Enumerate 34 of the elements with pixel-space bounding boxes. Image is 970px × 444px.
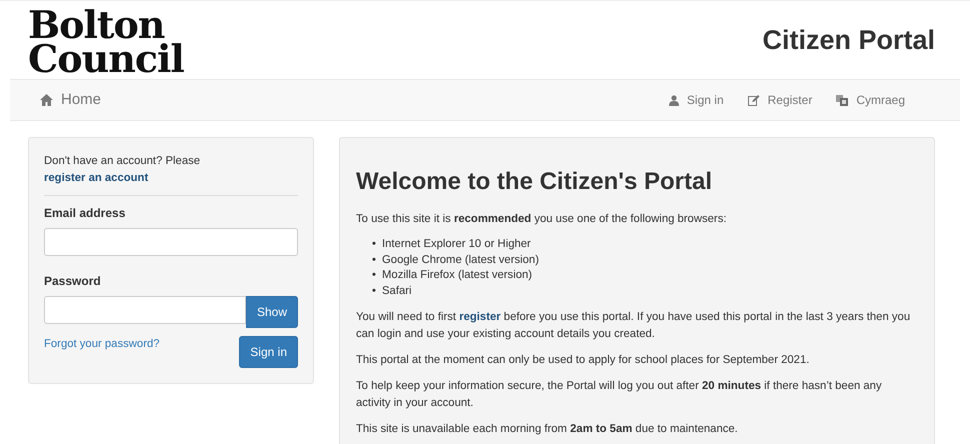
sign-in-button[interactable]: Sign in xyxy=(239,336,298,368)
register-link[interactable]: register an account xyxy=(44,172,148,184)
welcome-heading: Welcome to the Citizen's Portal xyxy=(356,168,713,197)
list-item: Google Chrome (latest version) xyxy=(382,252,539,268)
page-title: Citizen Portal xyxy=(762,24,935,57)
paragraph: You will need to first register before you use this portal. If you have used this portal in the last 3 years then you can login and use your existing account details you created. xyxy=(356,310,912,342)
edit-icon xyxy=(748,94,760,106)
logo: Bolton Council xyxy=(28,4,184,76)
nav-link[interactable]: Sign in xyxy=(668,91,724,109)
password-field[interactable] xyxy=(44,296,246,324)
list-item: Safari xyxy=(382,284,412,300)
list-item: Mozilla Firefox (latest version) xyxy=(382,268,532,284)
nav-link[interactable]: Register xyxy=(748,91,812,109)
forgot-password-link[interactable]: Forgot your password? xyxy=(44,336,160,353)
home-icon xyxy=(40,94,53,106)
list-item: Internet Explorer 10 or Higher xyxy=(382,236,531,252)
bullet: • xyxy=(372,284,377,300)
register-link[interactable]: register xyxy=(459,310,501,323)
paragraph: To use this site it is recommended you use one of the following browsers: xyxy=(356,212,728,227)
home-link[interactable]: Home xyxy=(40,88,102,112)
field-label: Email address xyxy=(44,204,126,222)
bullet: • xyxy=(372,252,377,268)
language-icon xyxy=(836,94,848,106)
nav-link[interactable]: Cymraeg xyxy=(836,91,905,109)
user-icon xyxy=(668,94,679,106)
paragraph: To help keep your information secure, the Portal will log you out after 20 minutes if there hasn’t been any activity in your account. xyxy=(356,378,883,411)
bullet: • xyxy=(372,236,377,252)
show-button[interactable]: Show xyxy=(246,296,298,328)
account-prompt: Don't have an account? Please register an account xyxy=(44,154,202,186)
bullet: • xyxy=(372,268,377,284)
paragraph: This site is unavailable each morning from 2am to 5am due to maintenance. xyxy=(356,422,739,437)
email-field[interactable] xyxy=(44,228,298,256)
field-label: Password xyxy=(44,272,102,290)
paragraph: This portal at the moment can only be used to apply for school places for September 2021. xyxy=(356,352,810,368)
